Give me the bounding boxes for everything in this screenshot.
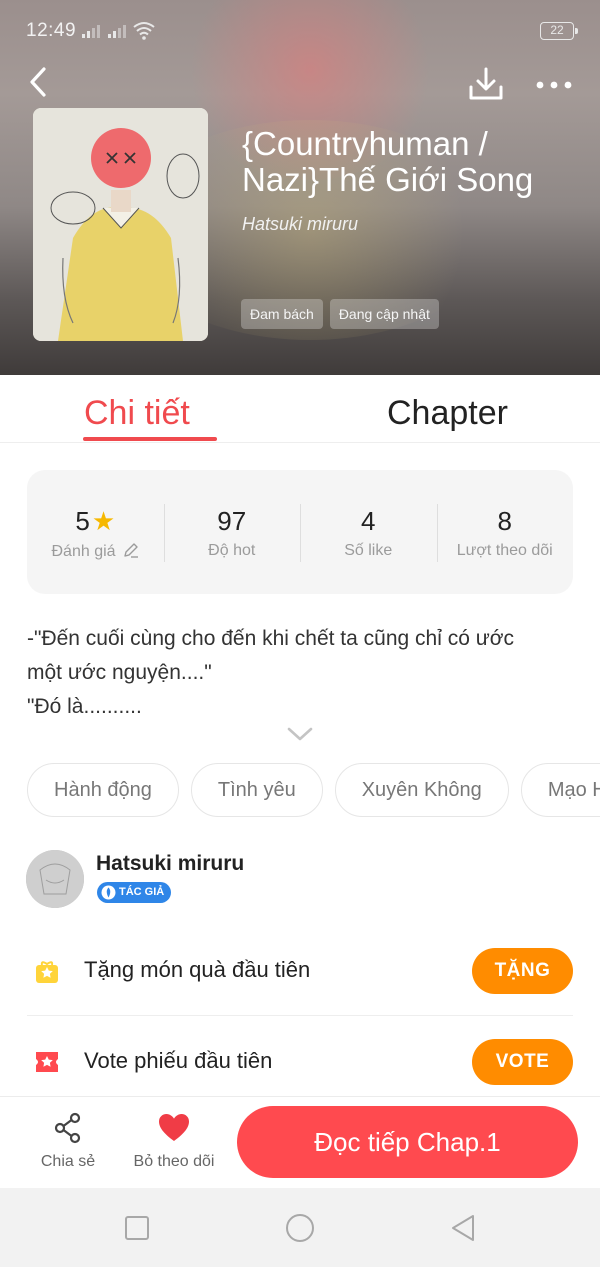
download-icon[interactable] (466, 64, 506, 104)
nav-back-icon[interactable] (447, 1212, 479, 1244)
stat-label: Lượt theo dõi (456, 542, 553, 559)
gift-row: Tặng món quà đầu tiên TẶNG (27, 926, 573, 1016)
gift-icon (36, 961, 58, 983)
story-description: -"Đến cuối cùng cho đến khi chết ta cũng… (27, 622, 582, 724)
vote-row: Vote phiếu đầu tiên VOTE (27, 1017, 573, 1107)
nav-recents-icon[interactable] (121, 1212, 153, 1244)
stat-label: Số like (344, 542, 393, 559)
stat-value: 8 (497, 506, 512, 536)
back-arrow-icon[interactable] (22, 64, 58, 100)
story-tags: Đam bách Đang cập nhật (241, 299, 439, 329)
tab-detail[interactable]: Chi tiết (84, 393, 190, 433)
status-bar: 12:49 22 (0, 0, 600, 64)
stat-hot: 97 Độ hot (163, 470, 301, 594)
genre-list: Hành độngTình yêuXuyên KhôngMạo Hiểm (27, 763, 600, 817)
signal-icon (82, 24, 126, 38)
story-author[interactable]: Hatsuki miruru (242, 214, 358, 235)
status-time: 12:49 (26, 20, 77, 41)
wifi-icon (133, 22, 155, 40)
stat-followers: 8 Lượt theo dõi (436, 470, 574, 594)
status-badge: Đang cập nhật (329, 299, 439, 329)
genre-chip[interactable]: Xuyên Không (334, 763, 509, 817)
author-name[interactable]: Hatsuki miruru (96, 852, 244, 876)
author-badge: TÁC GIẢ (97, 882, 172, 903)
stat-value: 5 (75, 506, 90, 536)
more-icon[interactable] (532, 70, 576, 100)
bottom-action-bar: Chia sẻ Bỏ theo dõi Đọc tiếp Chap.1 (0, 1096, 600, 1188)
nav-home-icon[interactable] (284, 1212, 316, 1244)
heart-icon (159, 1114, 189, 1141)
stat-value: 97 (217, 506, 247, 536)
avatar[interactable] (26, 850, 84, 908)
stat-likes: 4 Số like (300, 470, 437, 594)
tab-bar: Chi tiết Chapter (0, 375, 600, 443)
share-label: Chia sẻ (40, 1153, 96, 1170)
edit-pencil-icon (124, 543, 138, 558)
ticket-icon (36, 1052, 58, 1072)
battery-indicator: 22 (540, 22, 578, 40)
chevron-down-icon[interactable] (287, 726, 313, 742)
description-line: "Đó là.......... (27, 695, 142, 718)
system-nav-bar (0, 1188, 600, 1267)
tab-chapter[interactable]: Chapter (387, 393, 508, 433)
stat-label: Độ hot (208, 542, 256, 559)
stat-label: Đánh giá (51, 543, 116, 560)
unfollow-label: Bỏ theo dõi (133, 1153, 215, 1170)
share-button[interactable]: Chia sẻ (34, 1111, 102, 1171)
stats-card: 5★ Đánh giá 97 Độ hot 4 Số like 8 Lượt t… (27, 470, 573, 594)
genre-chip[interactable]: Mạo Hiểm (520, 763, 600, 817)
vote-label: Vote phiếu đầu tiên (84, 1048, 273, 1073)
stat-value: 4 (361, 506, 376, 536)
vote-button[interactable]: VOTE (472, 1039, 573, 1085)
genre-chip[interactable]: Tình yêu (190, 763, 323, 817)
share-icon (54, 1112, 81, 1144)
cover-image (33, 108, 208, 341)
story-title: {Countryhuman / Nazi}Thế Giới Song (242, 125, 534, 198)
description-line: -"Đến cuối cùng cho đến khi chết ta cũng… (27, 627, 515, 650)
gift-label: Tặng món quà đầu tiên (84, 957, 311, 982)
description-line: một ước nguyện...." (27, 661, 212, 684)
read-next-button[interactable]: Đọc tiếp Chap.1 (237, 1106, 578, 1178)
gift-button[interactable]: TẶNG (472, 948, 573, 994)
author-badge-icon (101, 885, 116, 900)
genre-chip[interactable]: Hành động (27, 763, 179, 817)
story-header: 12:49 22 {Countryhuman / Nazi}Thế Giới S… (0, 0, 600, 375)
star-icon: ★ (91, 506, 116, 536)
tag-badge[interactable]: Đam bách (241, 299, 323, 329)
tab-indicator (83, 437, 217, 441)
unfollow-button[interactable]: Bỏ theo dõi (127, 1111, 221, 1171)
stat-rating[interactable]: 5★ Đánh giá (27, 470, 164, 594)
